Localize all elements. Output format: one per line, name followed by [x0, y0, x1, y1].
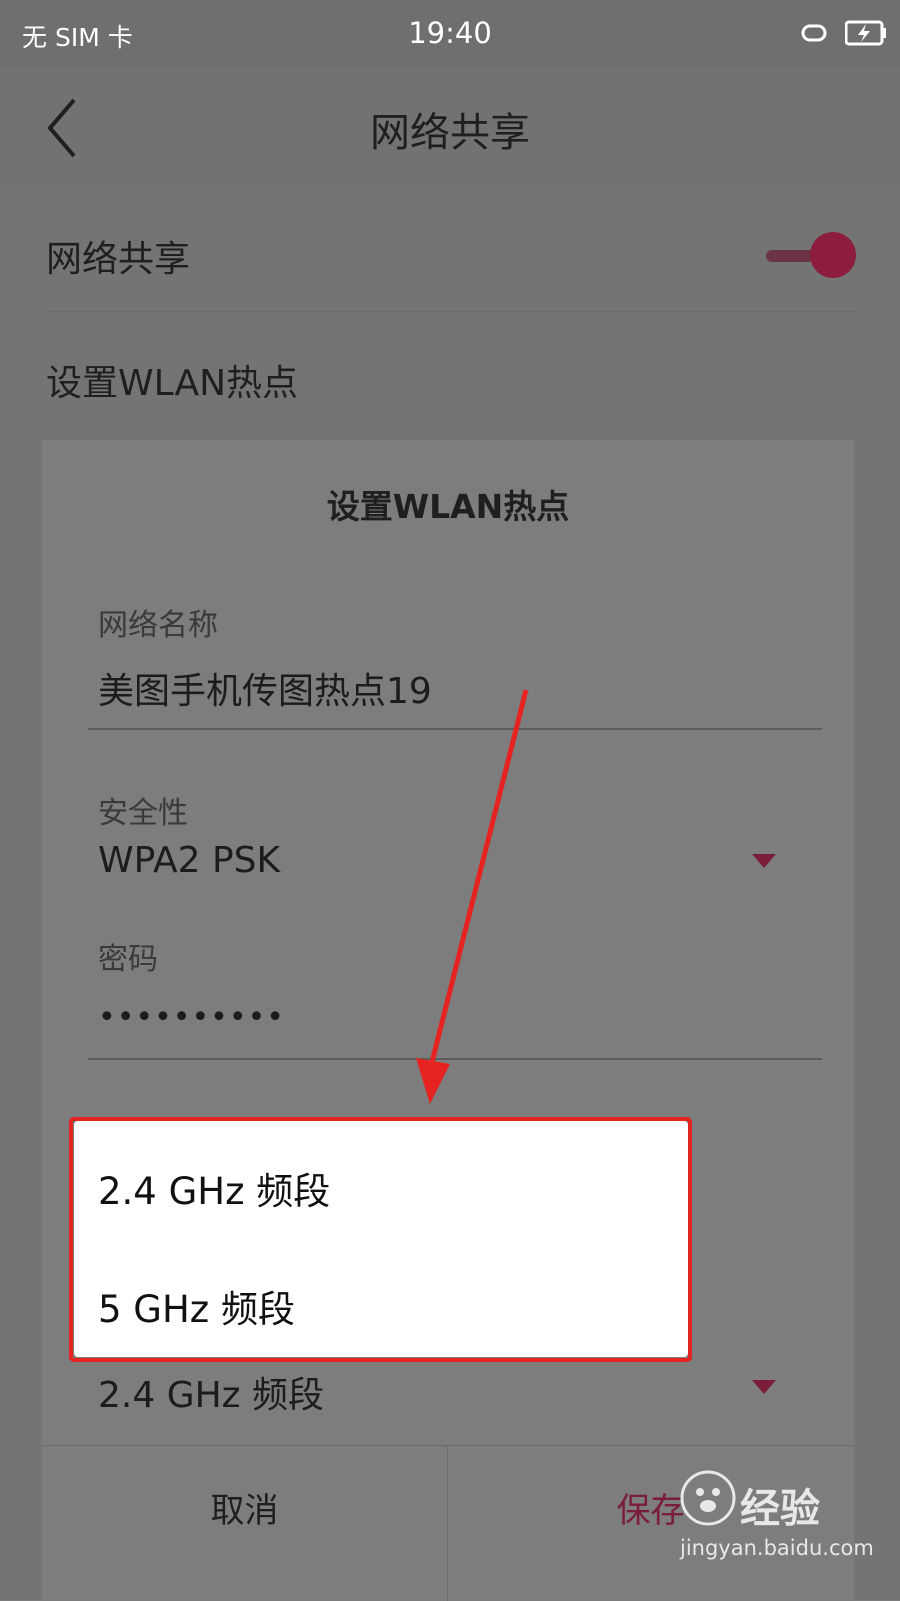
hotspot-label: 设置WLAN热点: [46, 363, 299, 404]
share-toggle[interactable]: [766, 232, 856, 280]
share-label: 网络共享: [46, 239, 191, 280]
share-setting-row[interactable]: 网络共享: [0, 192, 900, 312]
hotspot-link-icon: [801, 24, 827, 42]
dropdown-arrow-icon[interactable]: [752, 854, 776, 868]
clock: 19:40: [408, 16, 492, 50]
page-title: 网络共享: [370, 110, 530, 156]
dropdown-arrow-icon[interactable]: [752, 1380, 776, 1394]
hotspot-setting-row[interactable]: 设置WLAN热点: [0, 314, 900, 434]
annotation-highlight-box: [69, 1117, 692, 1362]
dialog-title: 设置WLAN热点: [326, 487, 570, 526]
watermark-url: jingyan.baidu.com: [680, 1536, 874, 1560]
cancel-button[interactable]: 取消: [42, 1446, 448, 1601]
screen: 无 SIM 卡 19:40 网络共享 网络共享 设置WLAN热点 设置WLAN热…: [0, 0, 900, 1601]
status-bar: 无 SIM 卡 19:40: [0, 0, 900, 66]
password-label: 密码: [98, 942, 158, 977]
band-select[interactable]: 2.4 GHz 频段: [98, 1366, 324, 1418]
toggle-thumb: [810, 232, 856, 278]
network-name-label: 网络名称: [98, 608, 218, 643]
input-underline: [88, 728, 822, 730]
paw-logo-icon: [680, 1470, 736, 1526]
input-underline: [88, 1058, 822, 1060]
watermark-brand: 经验: [740, 1486, 820, 1532]
baidu-watermark: 经验 jingyan.baidu.com: [680, 1470, 890, 1590]
battery-charging-icon: [845, 20, 886, 46]
security-select[interactable]: WPA2 PSK: [98, 840, 280, 881]
title-bar: 网络共享: [0, 66, 900, 186]
password-input[interactable]: ••••••••••: [98, 1000, 285, 1035]
network-name-input[interactable]: 美图手机传图热点19: [98, 662, 432, 714]
divider: [46, 311, 860, 312]
hotspot-dialog: 设置WLAN热点 网络名称 美图手机传图热点19 安全性 WPA2 PSK 密码…: [42, 440, 854, 1601]
security-label: 安全性: [98, 796, 188, 831]
